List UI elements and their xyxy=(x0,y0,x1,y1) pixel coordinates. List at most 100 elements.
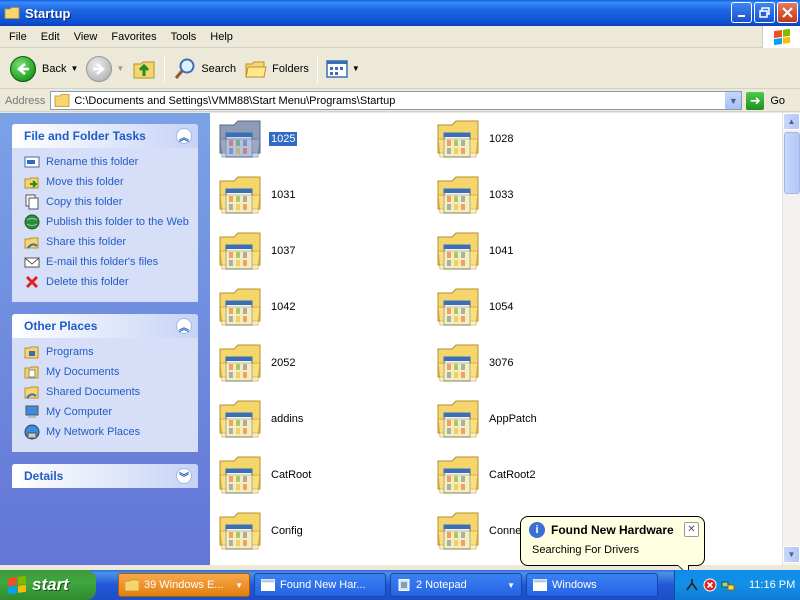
details-title: Details xyxy=(24,469,64,483)
folder-item[interactable]: 1025 xyxy=(216,115,298,163)
forward-button[interactable]: ▼ xyxy=(82,52,128,86)
folder-item[interactable]: 3076 xyxy=(434,339,515,387)
folder-up-icon xyxy=(133,61,155,78)
folder-item[interactable]: addins xyxy=(216,395,305,443)
hardware-icon[interactable] xyxy=(685,578,699,592)
address-path[interactable]: C:\Documents and Settings\VMM88\Start Me… xyxy=(74,95,395,107)
security-shield-icon[interactable] xyxy=(703,578,717,592)
up-button[interactable] xyxy=(128,52,160,86)
start-label: start xyxy=(32,575,69,594)
task-delete-folder[interactable]: Delete this folder xyxy=(24,274,190,294)
toolbar-separator xyxy=(316,54,318,83)
place-programs[interactable]: Programs xyxy=(24,344,190,364)
task-rename-folder[interactable]: Rename this folder xyxy=(24,154,190,174)
details-header[interactable]: Details ︾ xyxy=(12,464,198,488)
folder-icon xyxy=(216,171,264,219)
folder-icon xyxy=(434,507,482,555)
menu-help[interactable]: Help xyxy=(203,31,240,43)
network-places-icon xyxy=(24,424,40,440)
taskbar-button-notepad[interactable]: 2 Notepad ▼ xyxy=(390,573,522,597)
folder-name: 1037 xyxy=(271,245,296,257)
chevron-down-icon: ▼ xyxy=(507,580,515,590)
views-icon xyxy=(326,59,348,78)
scroll-thumb[interactable] xyxy=(784,132,800,194)
other-places-header[interactable]: Other Places ︽ xyxy=(12,314,198,338)
start-button[interactable]: start xyxy=(0,570,96,600)
folder-item[interactable]: CatRoot xyxy=(216,451,313,499)
task-copy-folder[interactable]: Copy this folder xyxy=(24,194,190,214)
taskbar-button-windows-explorer[interactable]: 39 Windows E... ▼ xyxy=(118,573,250,597)
folder-name: AppPatch xyxy=(489,413,537,425)
menu-view[interactable]: View xyxy=(67,31,105,43)
task-email-files[interactable]: E-mail this folder's files xyxy=(24,254,190,274)
address-dropdown-button[interactable]: ▼ xyxy=(724,92,742,109)
taskbar-button-found-new-hardware[interactable]: Found New Har... xyxy=(254,573,386,597)
task-publish-folder[interactable]: Publish this folder to the Web xyxy=(24,214,190,234)
forward-arrow-icon xyxy=(86,55,113,82)
folder-item[interactable]: 1042 xyxy=(216,283,297,331)
chevron-down-icon[interactable]: ▼ xyxy=(70,64,78,73)
balloon-title: Found New Hardware xyxy=(551,523,674,537)
notepad-icon xyxy=(398,579,410,591)
task-share-folder[interactable]: Share this folder xyxy=(24,234,190,254)
clock[interactable]: 11:16 PM xyxy=(749,579,795,591)
views-button[interactable]: ▼ xyxy=(322,52,364,86)
email-icon xyxy=(24,257,40,268)
found-new-hardware-balloon[interactable]: i Found New Hardware Searching For Drive… xyxy=(520,516,705,576)
folder-item[interactable]: Conne xyxy=(434,507,523,555)
task-move-folder[interactable]: Move this folder xyxy=(24,174,190,194)
restore-button[interactable] xyxy=(754,2,775,23)
taskbar-button-windows[interactable]: Windows xyxy=(526,573,658,597)
folder-item[interactable]: Config xyxy=(216,507,305,555)
minimize-button[interactable] xyxy=(731,2,752,23)
balloon-close-button[interactable]: ✕ xyxy=(684,522,699,537)
folder-name: Config xyxy=(271,525,303,537)
folder-item[interactable]: 1041 xyxy=(434,227,515,275)
network-icon[interactable] xyxy=(721,578,735,592)
windows-logo xyxy=(762,26,800,48)
folder-icon xyxy=(434,227,482,275)
chevron-down-icon[interactable]: ▼ xyxy=(116,64,124,73)
place-my-computer[interactable]: My Computer xyxy=(24,404,190,424)
go-button[interactable]: ➜ Go xyxy=(746,91,785,110)
scroll-up-button[interactable]: ▲ xyxy=(783,113,800,130)
folder-item[interactable]: 1033 xyxy=(434,171,515,219)
my-documents-icon xyxy=(24,366,39,379)
menu-bar: File Edit View Favorites Tools Help xyxy=(0,26,800,48)
folder-icon xyxy=(125,579,139,591)
chevron-down-icon[interactable]: ▼ xyxy=(352,64,360,73)
folder-name: addins xyxy=(271,413,304,425)
expand-chevron-icon[interactable]: ︾ xyxy=(176,468,192,484)
my-computer-icon xyxy=(25,405,39,418)
close-button[interactable] xyxy=(777,2,798,23)
menu-tools[interactable]: Tools xyxy=(164,31,204,43)
menu-favorites[interactable]: Favorites xyxy=(104,31,163,43)
folder-icon xyxy=(216,451,264,499)
vertical-scrollbar[interactable]: ▲ ▼ xyxy=(782,113,800,565)
folder-item[interactable]: CatRoot2 xyxy=(434,451,537,499)
menu-edit[interactable]: Edit xyxy=(34,31,67,43)
place-my-documents[interactable]: My Documents xyxy=(24,364,190,384)
back-button[interactable]: Back ▼ xyxy=(6,52,82,86)
place-shared-documents[interactable]: Shared Documents xyxy=(24,384,190,404)
task-pane: File and Folder Tasks ︽ Rename this fold… xyxy=(0,113,210,565)
folder-item[interactable]: 1037 xyxy=(216,227,297,275)
folders-button[interactable]: Folders xyxy=(240,52,313,86)
folder-item[interactable]: 1031 xyxy=(216,171,297,219)
file-list[interactable]: 1025 1028 1031 1033 1037 1041 1042 1054 2052 3076… xyxy=(210,113,782,565)
collapse-chevron-icon[interactable]: ︽ xyxy=(176,318,192,334)
folder-item[interactable]: 2052 xyxy=(216,339,297,387)
place-my-network-places[interactable]: My Network Places xyxy=(24,424,190,444)
file-folder-tasks-header[interactable]: File and Folder Tasks ︽ xyxy=(12,124,198,148)
folder-item[interactable]: AppPatch xyxy=(434,395,539,443)
scroll-down-button[interactable]: ▼ xyxy=(783,546,800,563)
address-input[interactable]: C:\Documents and Settings\VMM88\Start Me… xyxy=(50,91,743,110)
menu-file[interactable]: File xyxy=(2,31,34,43)
folder-item[interactable]: 1028 xyxy=(434,115,515,163)
title-bar[interactable]: Startup xyxy=(0,0,800,26)
folder-item[interactable]: 1054 xyxy=(434,283,515,331)
collapse-chevron-icon[interactable]: ︽ xyxy=(176,128,192,144)
programs-folder-icon xyxy=(24,346,39,359)
search-button[interactable]: Search xyxy=(169,52,240,86)
balloon-message: Searching For Drivers xyxy=(532,544,639,556)
